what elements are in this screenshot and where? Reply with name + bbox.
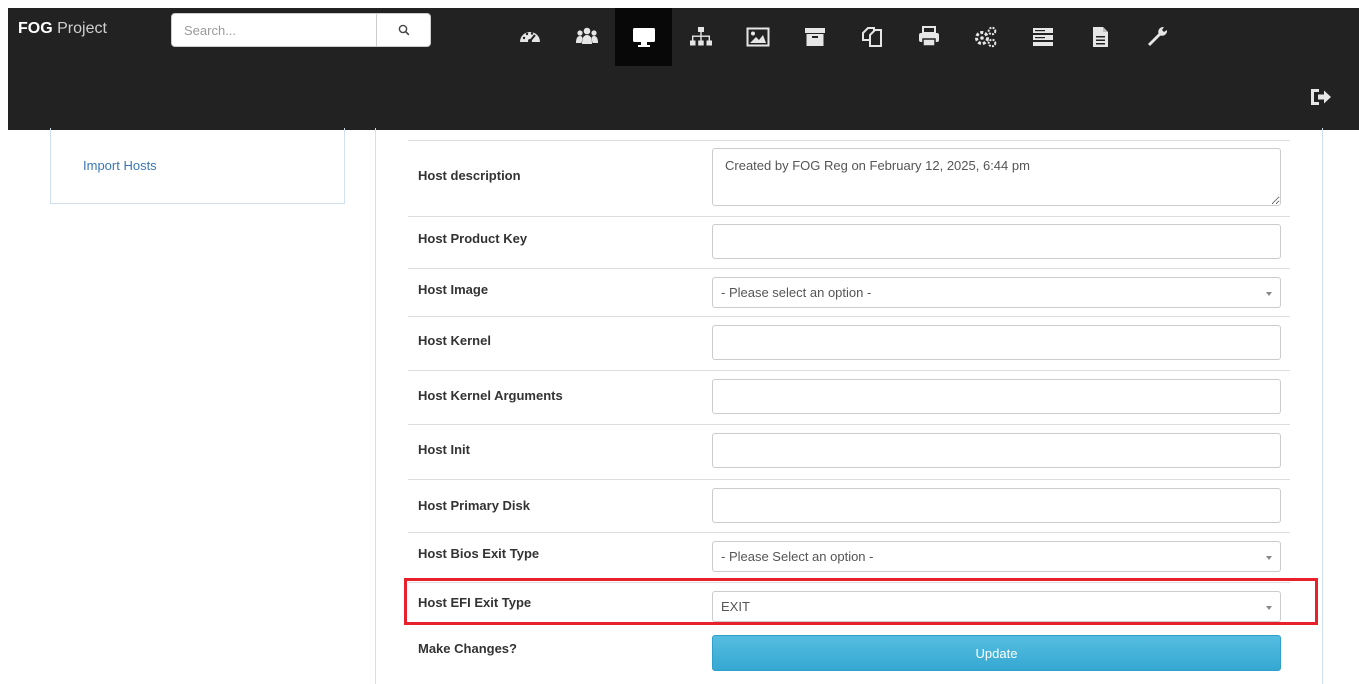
host-product-key-input[interactable]: [712, 224, 1281, 259]
printers-icon[interactable]: [900, 8, 957, 66]
logout-icon[interactable]: [1308, 86, 1334, 108]
host-bios-exit-selected: - Please Select an option -: [721, 549, 874, 564]
form-row-kernel: Host Kernel: [408, 316, 1290, 370]
chevron-down-icon: [1266, 555, 1272, 560]
top-navbar: FOG Project: [8, 8, 1359, 130]
host-efi-exit-select[interactable]: EXIT: [712, 591, 1281, 622]
brand-logo[interactable]: FOG Project: [18, 20, 107, 38]
dashboard-icon[interactable]: [501, 8, 558, 66]
form-row-bios-exit: Host Bios Exit Type - Please Select an o…: [408, 532, 1290, 582]
chevron-down-icon: [1266, 291, 1272, 296]
chevron-down-icon: [1266, 605, 1272, 610]
host-product-key-label: Host Product Key: [418, 231, 528, 246]
update-button[interactable]: Update: [712, 635, 1281, 671]
hosts-icon[interactable]: [615, 8, 672, 66]
form-row-description: Host description Created by FOG Reg on F…: [408, 140, 1290, 216]
service-icon[interactable]: [957, 8, 1014, 66]
host-image-select[interactable]: - Please select an option -: [712, 277, 1281, 308]
reports-icon[interactable]: [1071, 8, 1128, 66]
search-input[interactable]: [171, 13, 377, 47]
host-description-field[interactable]: Created by FOG Reg on February 12, 2025,…: [712, 148, 1281, 206]
host-primary-disk-label: Host Primary Disk: [418, 498, 530, 513]
form-row-product-key: Host Product Key: [408, 216, 1290, 268]
users-icon[interactable]: [558, 8, 615, 66]
host-description-label: Host description: [418, 168, 521, 183]
sidebar-item-import-hosts[interactable]: Import Hosts: [83, 158, 157, 173]
host-primary-disk-input[interactable]: [712, 488, 1281, 523]
settings-icon[interactable]: [1128, 8, 1185, 66]
host-kernel-input[interactable]: [712, 325, 1281, 360]
host-edit-form: Host description Created by FOG Reg on F…: [408, 140, 1290, 678]
make-changes-label: Make Changes?: [418, 641, 517, 656]
host-init-input[interactable]: [712, 433, 1281, 468]
form-row-init: Host Init: [408, 424, 1290, 479]
images-icon[interactable]: [729, 8, 786, 66]
host-bios-exit-select[interactable]: - Please Select an option -: [712, 541, 1281, 572]
host-image-label: Host Image: [418, 282, 489, 297]
tasks-icon[interactable]: [1014, 8, 1071, 66]
host-image-selected: - Please select an option -: [721, 285, 872, 300]
search-group: [171, 13, 431, 47]
form-row-make-changes: Make Changes? Update: [408, 628, 1290, 678]
form-row-efi-exit: Host EFI Exit Type EXIT: [408, 582, 1290, 628]
main-panel: Host description Created by FOG Reg on F…: [375, 128, 1323, 684]
storage-icon[interactable]: [786, 8, 843, 66]
main-nav: [501, 8, 1185, 66]
snapins-icon[interactable]: [843, 8, 900, 66]
search-button[interactable]: [376, 13, 431, 47]
host-init-label: Host Init: [418, 442, 470, 457]
form-row-image: Host Image - Please select an option -: [408, 268, 1290, 316]
host-bios-exit-label: Host Bios Exit Type: [418, 546, 540, 561]
host-efi-exit-selected: EXIT: [721, 599, 750, 614]
host-kernel-args-input[interactable]: [712, 379, 1281, 414]
host-efi-exit-label: Host EFI Exit Type: [418, 595, 532, 610]
groups-icon[interactable]: [672, 8, 729, 66]
search-icon: [398, 24, 409, 36]
form-row-kernel-args: Host Kernel Arguments: [408, 370, 1290, 424]
form-row-primary-disk: Host Primary Disk: [408, 479, 1290, 532]
sidebar: Import Hosts: [50, 128, 345, 204]
host-kernel-label: Host Kernel: [418, 333, 491, 348]
host-kernel-args-label: Host Kernel Arguments: [418, 388, 563, 403]
